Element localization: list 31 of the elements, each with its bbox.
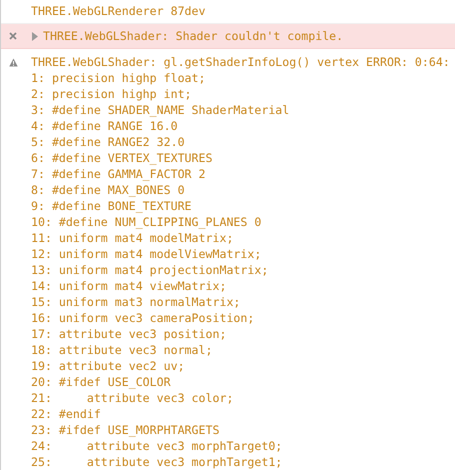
shader-source-line: 25: attribute vec3 morphTarget1; [31,454,284,470]
shader-source-line: 12: uniform mat4 modelViewMatrix; [31,246,262,262]
console-message: THREE.WebGLShader: gl.getShaderInfoLog() vertex ERROR: 0:64: [31,54,450,70]
shader-source-line: 3: #define SHADER_NAME ShaderMaterial [31,102,290,118]
shader-source-line: 8: #define MAX_BONES 0 [31,182,186,198]
shader-source-line: 13: uniform mat4 projectionMatrix; [31,262,270,278]
shader-source-line: 21: attribute vec3 color; [31,390,234,406]
shader-source-line: 1: precision highp float; [31,70,207,86]
expand-arrow-icon[interactable] [31,32,38,40]
shader-source-line: 4: #define RANGE 16.0 [31,118,179,134]
shader-source-line: 6: #define VERTEX_TEXTURES [31,150,214,166]
shader-source-line: 11: uniform mat4 modelMatrix; [31,230,234,246]
console-message: THREE.WebGLRenderer 87dev [31,3,206,19]
shader-source-line: 14: uniform mat4 viewMatrix; [31,278,228,294]
error-icon [9,32,17,40]
warning-icon [9,58,18,67]
shader-source-line: 7: #define GAMMA_FACTOR 2 [31,166,207,182]
shader-source-line: 9: #define BONE_TEXTURE [31,198,193,214]
shader-source-line: 15: uniform mat3 normalMatrix; [31,294,242,310]
shader-source-line: 20: #ifdef USE_COLOR [31,374,172,390]
shader-source-line: 24: attribute vec3 morphTarget0; [31,438,284,454]
shader-source-line: 18: attribute vec3 normal; [31,342,214,358]
shader-source-line: 17: attribute vec3 position; [31,326,228,342]
shader-source-line: 23: #ifdef USE_MORPHTARGETS [31,422,220,438]
shader-source-line: 2: precision highp int; [31,86,193,102]
shader-source-line: 22: #endif [31,406,102,422]
shader-source-line: 16: uniform vec3 cameraPosition; [31,310,256,326]
shader-source-line: 5: #define RANGE2 32.0 [31,134,186,150]
shader-source-line: 19: attribute vec2 uv; [31,358,186,374]
shader-source-line: 10: #define NUM_CLIPPING_PLANES 0 [31,214,262,230]
console-message: THREE.WebGLShader: Shader couldn't compile. [43,28,344,44]
